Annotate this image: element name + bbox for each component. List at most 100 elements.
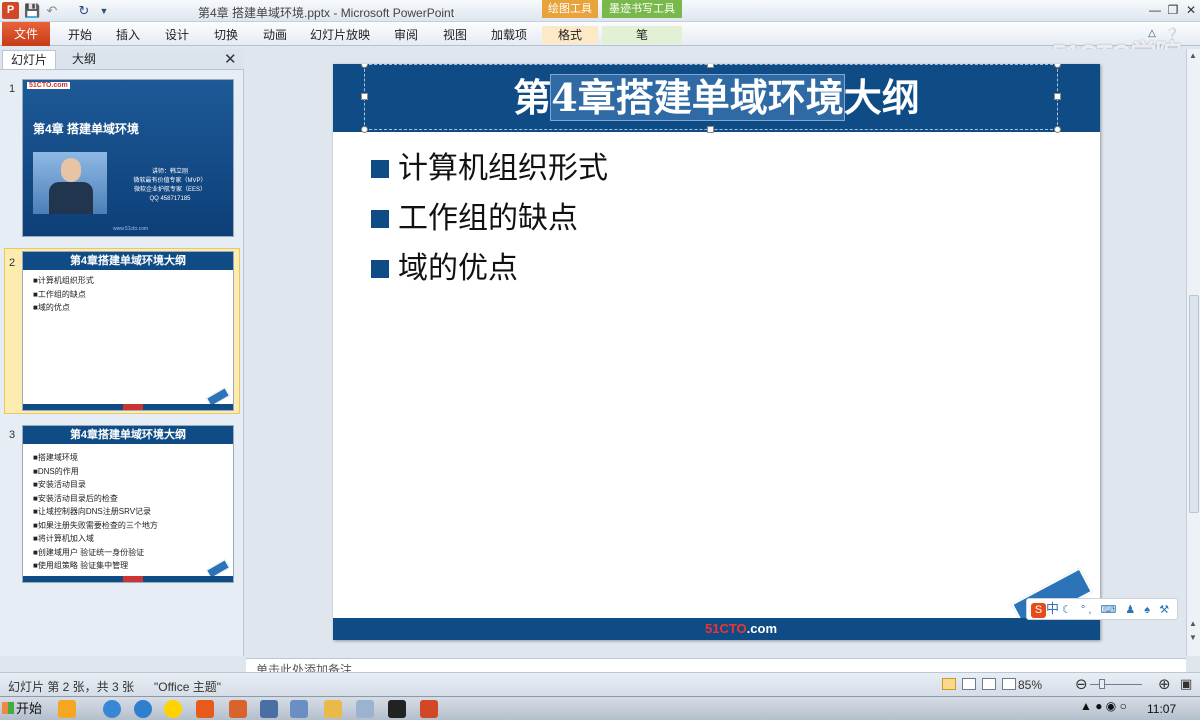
zoom-slider[interactable] [1090,684,1142,685]
resize-handle[interactable] [707,64,714,68]
tab-slideshow[interactable]: 幻灯片放映 [308,26,372,44]
list-item-text: 安装活动目录后的检查 [37,493,118,503]
close-icon[interactable]: ✕ [1184,3,1198,17]
resize-handle[interactable] [361,126,368,133]
tab-review[interactable]: 审阅 [390,26,422,44]
start-button[interactable]: 开始 [2,699,46,719]
reading-view-icon[interactable] [982,678,996,690]
footer-logo: 51CTO.com [705,621,777,636]
thumb-title: 第4章搭建单域环境大纲 [23,426,233,444]
speaker-body [49,182,93,214]
slide-sorter-icon[interactable] [962,678,976,690]
notes-pane[interactable]: 单击此处添加备注 [246,658,1186,672]
app-icon[interactable] [290,700,308,718]
app-icon[interactable] [356,700,374,718]
tab-insert[interactable]: 插入 [112,26,144,44]
app-icon[interactable] [229,700,247,718]
tab-format[interactable]: 格式 [542,26,598,44]
current-slide[interactable]: 第4章搭建单域环境大纲 计算机组织形式 工作组的缺点 域的优点 51CTO.co… [333,64,1100,640]
theme-name[interactable]: "Office 主题" [154,678,221,695]
info-line: QQ 458717185 [149,196,191,202]
scroll-up-icon[interactable]: ▲ [1189,51,1197,60]
list-item-text: 工作组的缺点 [37,289,86,299]
cmd-icon[interactable] [388,700,406,718]
restore-icon[interactable]: ❐ [1166,3,1180,17]
selected-title-text[interactable]: 4章搭建单域环境 [550,74,845,121]
slide-thumbnail-2[interactable]: 第4章搭建单域环境大纲 ■计算机组织形式 ■工作组的缺点 ■域的优点 [22,251,234,411]
slide-footer-bar: 51CTO.com [333,618,1100,640]
list-item: ■计算机组织形式 [33,276,94,285]
resize-handle[interactable] [1054,126,1061,133]
powerpoint-taskbar-icon[interactable] [420,700,438,718]
redo-icon[interactable]: ↻ [76,3,92,19]
list-item: ■DNS的作用 [33,466,79,476]
close-panel-icon[interactable]: ✕ [224,50,237,68]
thumb-logo: 51CTO.com [27,82,70,89]
media-player-icon[interactable] [134,700,152,718]
list-item-text: 计算机组织形式 [398,151,608,186]
tab-file[interactable]: 文件 [2,22,50,46]
speaker-photo [33,152,107,214]
tab-transitions[interactable]: 切换 [210,26,242,44]
bullet-square [371,260,389,278]
ime-lang[interactable]: 中 [1046,601,1062,616]
save-icon[interactable]: 💾 [24,3,40,19]
slide-title-part: 大纲 [843,75,920,120]
list-item: ■如果注册失败需要检查的三个地方 [33,520,158,530]
fit-slide-icon[interactable]: ▣ [1180,676,1192,692]
resize-handle[interactable] [1054,93,1061,100]
powerpoint-icon[interactable]: P [2,2,19,19]
tab-pen[interactable]: 笔 [602,26,682,44]
normal-view-icon[interactable] [942,678,956,690]
customize-toolbar-icon[interactable]: ▼ [96,3,112,19]
zoom-in-icon[interactable]: ⊕ [1158,675,1171,693]
slide-thumbnail-3[interactable]: 第4章搭建单域环境大纲 ■搭建域环境 ■DNS的作用 ■安装活动目录 ■安装活动… [22,425,234,583]
minimize-icon[interactable]: — [1148,3,1162,17]
tab-addins[interactable]: 加载项 [487,26,531,44]
list-item: ■使用组策略 验证集中管理 [33,561,129,570]
footer-logo-b: .com [746,621,778,636]
qq-pinyin-icon[interactable] [58,700,76,718]
resize-handle[interactable] [361,93,368,100]
list-item-text: 将计算机加入域 [37,534,94,543]
slide-body[interactable]: 计算机组织形式 工作组的缺点 域的优点 [371,144,608,294]
slide-thumbnail-1[interactable]: 51CTO.com 第4章 搭建单域环境 讲师：韩立刚 微软最有价值专家（MVP… [22,79,234,237]
bullet-square [371,210,389,228]
list-item-text: 安装活动目录 [37,480,86,489]
clock[interactable]: 11:07 [1147,702,1176,716]
scroll-thumb[interactable] [1189,295,1199,513]
zoom-slider-knob[interactable] [1099,679,1105,689]
qq-icon[interactable] [164,700,182,718]
tab-outline[interactable]: 大纲 [58,50,110,69]
app-icon[interactable] [260,700,278,718]
sogou-icon[interactable]: S [1031,603,1046,618]
resize-handle[interactable] [707,126,714,133]
list-item: ■创建域用户 验证统一身份验证 [33,547,145,557]
vertical-scrollbar[interactable]: ▲ ▲ ▼ [1186,49,1200,656]
zoom-out-icon[interactable]: ⊖ [1075,675,1088,693]
list-item: ■安装活动目录 [33,480,86,489]
slideshow-view-icon[interactable] [1002,678,1016,690]
slide-title[interactable]: 第4章搭建单域环境大纲 [333,64,1100,132]
notes-placeholder[interactable]: 单击此处添加备注 [256,661,352,672]
app-icon[interactable] [196,700,214,718]
tab-home[interactable]: 开始 [64,26,96,44]
ime-toolbar[interactable]: S 中☾ °, ⌨ ♟ ♠ ⚒ [1026,598,1178,620]
ie-icon[interactable] [103,700,121,718]
tab-design[interactable]: 设计 [161,26,193,44]
tab-view[interactable]: 视图 [439,26,471,44]
thumb-footer: www.51cto.com [113,226,149,232]
ime-extra-icons[interactable]: ☾ °, ⌨ ♟ ♠ ⚒ [1062,604,1172,616]
system-tray[interactable]: ▲ ● ◉ ○ [1080,699,1127,713]
powerpoint-window: P 💾 ↶ ↻ ▼ 第4章 搭建单域环境.pptx - Microsoft Po… [0,0,1200,720]
tab-animations[interactable]: 动画 [259,26,291,44]
info-line: 微软最有价值专家（MVP） [133,178,207,184]
scroll-down-icon[interactable]: ▼ [1189,633,1197,642]
tab-slides[interactable]: 幻灯片 [2,50,56,69]
folder-icon[interactable] [324,700,342,718]
zoom-level[interactable]: 85% [1018,678,1042,692]
undo-icon[interactable]: ↶ [44,3,60,19]
list-item: ■工作组的缺点 [33,289,86,299]
scroll-up-icon[interactable]: ▲ [1189,619,1197,628]
slide-number: 3 [9,429,16,441]
